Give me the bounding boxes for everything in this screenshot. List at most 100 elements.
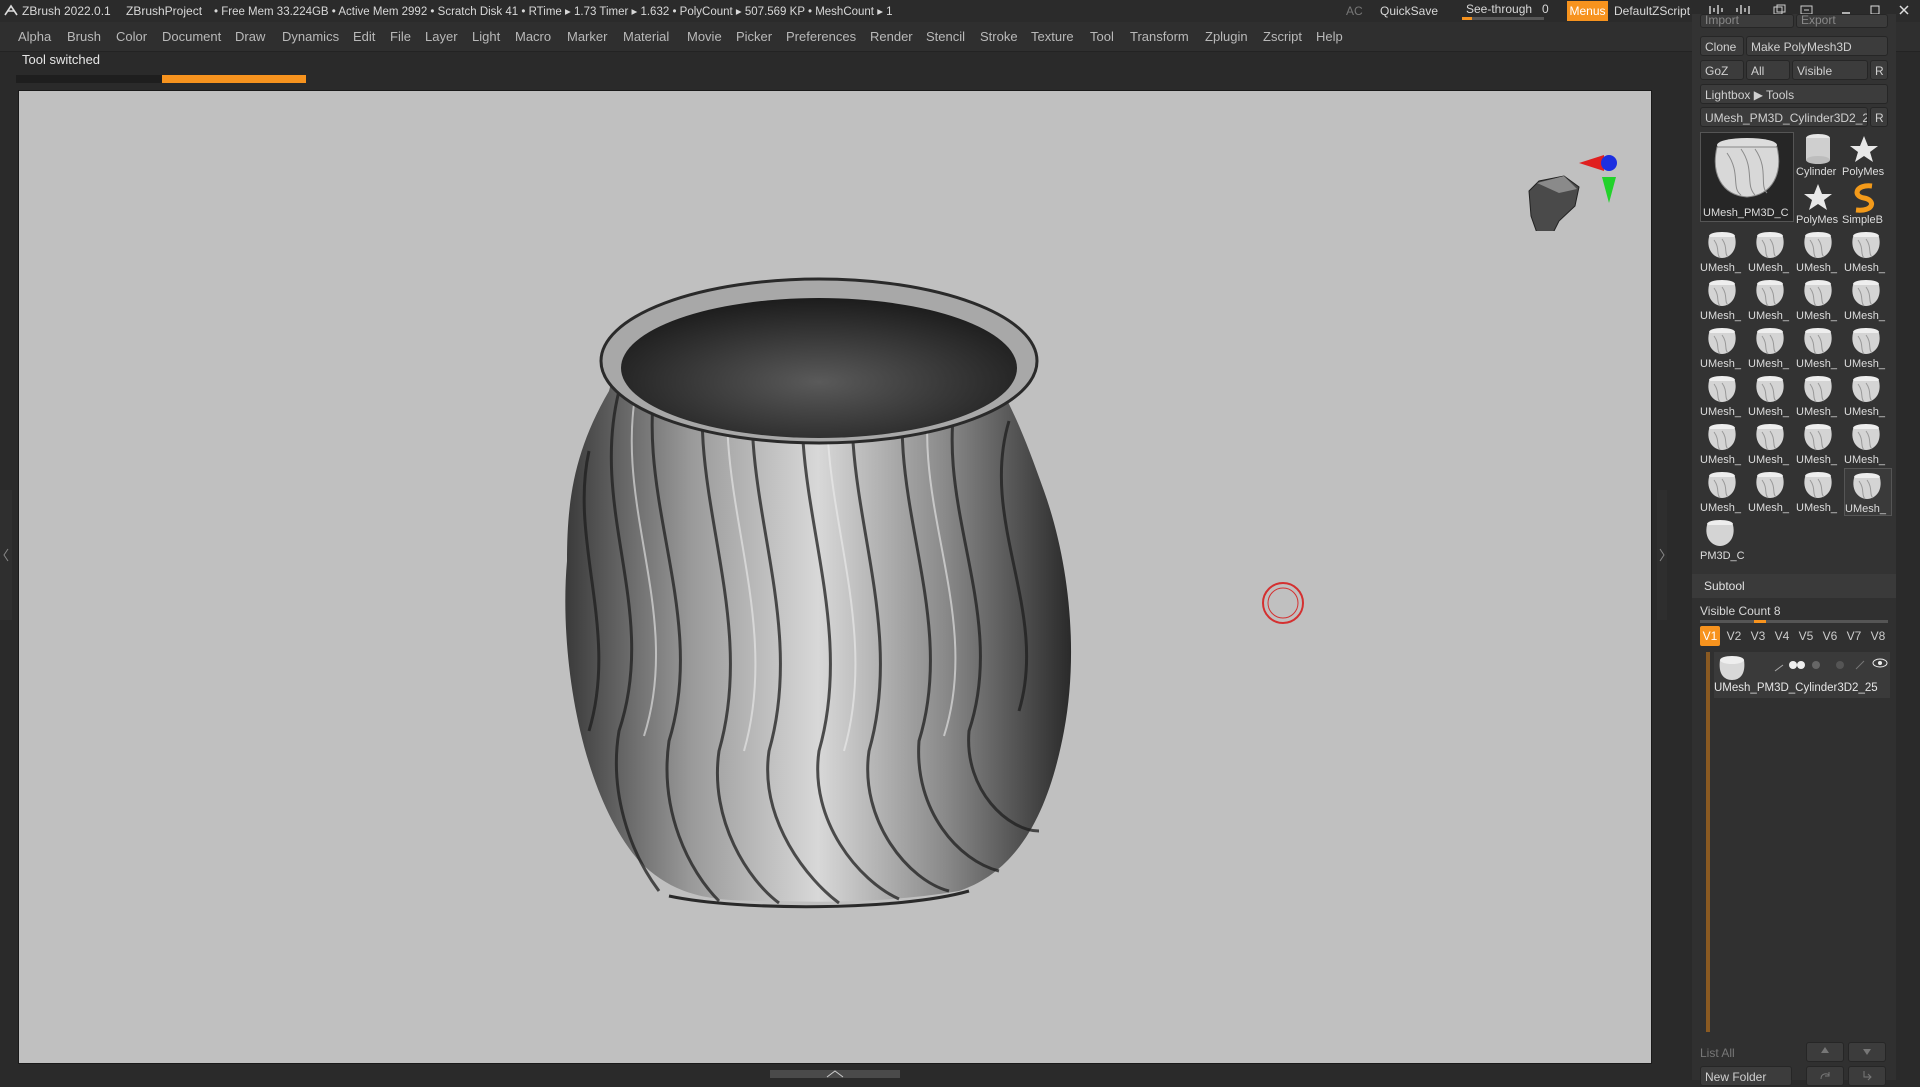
- version-v4-button[interactable]: V4: [1772, 626, 1792, 646]
- tool-thumbnail-umesh[interactable]: UMesh_: [1796, 372, 1842, 418]
- goz-visible-button[interactable]: Visible: [1792, 60, 1868, 80]
- menu-material[interactable]: Material: [623, 29, 669, 44]
- menu-stencil[interactable]: Stencil: [926, 29, 965, 44]
- clone-button[interactable]: Clone: [1700, 36, 1744, 56]
- version-v3-button[interactable]: V3: [1748, 626, 1768, 646]
- version-v8-button[interactable]: V8: [1868, 626, 1888, 646]
- menu-brush[interactable]: Brush: [67, 29, 101, 44]
- navigation-gizmo-icon[interactable]: [1509, 121, 1629, 231]
- tool-thumbnail-umesh[interactable]: UMesh_: [1748, 420, 1794, 466]
- menu-texture[interactable]: Texture: [1031, 29, 1074, 44]
- quicksave-button[interactable]: QuickSave: [1380, 4, 1438, 18]
- current-tool-slider[interactable]: UMesh_PM3D_Cylinder3D2_2: [1700, 107, 1868, 127]
- menu-alpha[interactable]: Alpha: [18, 29, 51, 44]
- make-polymesh-button[interactable]: Make PolyMesh3D: [1746, 36, 1888, 56]
- visible-count-knob[interactable]: [1754, 620, 1766, 623]
- tool-thumbnail-umesh[interactable]: UMesh_: [1796, 324, 1842, 370]
- tool-thumbnail-umesh[interactable]: UMesh_: [1796, 228, 1842, 274]
- goz-button[interactable]: GoZ: [1700, 60, 1744, 80]
- menu-edit[interactable]: Edit: [353, 29, 375, 44]
- tool-thumbnail-umesh[interactable]: UMesh_: [1700, 228, 1746, 274]
- move-down-button[interactable]: [1848, 1042, 1886, 1062]
- tool-thumbnail-umesh[interactable]: UMesh_: [1844, 372, 1890, 418]
- tool-simplebrush[interactable]: SimpleB: [1842, 180, 1888, 226]
- menu-tool[interactable]: Tool: [1090, 29, 1114, 44]
- menu-zscript[interactable]: Zscript: [1263, 29, 1302, 44]
- menu-preferences[interactable]: Preferences: [786, 29, 856, 44]
- tool-thumbnail-umesh[interactable]: UMesh_: [1748, 324, 1794, 370]
- version-v7-button[interactable]: V7: [1844, 626, 1864, 646]
- menu-picker[interactable]: Picker: [736, 29, 772, 44]
- menu-dynamics[interactable]: Dynamics: [282, 29, 339, 44]
- tool-thumbnail-umesh[interactable]: UMesh_: [1844, 276, 1890, 322]
- subtool-header[interactable]: Subtool: [1692, 574, 1896, 598]
- menu-file[interactable]: File: [390, 29, 411, 44]
- subtool-mask-icon[interactable]: [1810, 658, 1822, 676]
- axis-z-dot-icon[interactable]: [1601, 155, 1617, 171]
- subtool-edit-icon[interactable]: [1774, 660, 1786, 678]
- version-v6-button[interactable]: V6: [1820, 626, 1840, 646]
- visible-count-track[interactable]: [1700, 620, 1888, 623]
- tool-thumbnail-umesh[interactable]: UMesh_: [1844, 228, 1890, 274]
- axis-y-arrow-icon[interactable]: [1602, 177, 1616, 203]
- tool-thumbnail-umesh[interactable]: UMesh_: [1700, 276, 1746, 322]
- list-all-button[interactable]: List All: [1700, 1046, 1735, 1060]
- tool-thumbnail-umesh[interactable]: UMesh_: [1844, 324, 1890, 370]
- goz-r-button[interactable]: R: [1870, 60, 1888, 80]
- menus-toggle[interactable]: Menus: [1567, 1, 1608, 21]
- subtool-solo-icon[interactable]: [1834, 658, 1846, 676]
- version-v2-button[interactable]: V2: [1724, 626, 1744, 646]
- tool-thumbnail-umesh[interactable]: UMesh_: [1700, 324, 1746, 370]
- left-tray-handle[interactable]: [0, 490, 12, 620]
- menu-stroke[interactable]: Stroke: [980, 29, 1018, 44]
- tool-polymesh-2[interactable]: PolyMes: [1796, 180, 1842, 226]
- tool-thumbnail-umesh[interactable]: UMesh_: [1700, 468, 1746, 514]
- menu-layer[interactable]: Layer: [425, 29, 458, 44]
- subtool-action-1-button[interactable]: [1806, 1066, 1844, 1086]
- tool-thumbnail-umesh[interactable]: UMesh_: [1748, 276, 1794, 322]
- tool-cylinder[interactable]: Cylinder: [1796, 132, 1842, 178]
- subtool-eye-icon[interactable]: [1872, 656, 1888, 674]
- vase-model-render[interactable]: [19, 91, 1651, 1063]
- tool-thumbnail-umesh[interactable]: UMesh_: [1700, 420, 1746, 466]
- menu-help[interactable]: Help: [1316, 29, 1343, 44]
- version-v1-button[interactable]: V1: [1700, 626, 1720, 646]
- tool-thumbnail-pm3d[interactable]: PM3D_C: [1700, 516, 1746, 562]
- see-through-slider[interactable]: [1462, 17, 1544, 20]
- right-tray-handle[interactable]: [1657, 490, 1667, 620]
- menu-draw[interactable]: Draw: [235, 29, 265, 44]
- visible-count-slider[interactable]: Visible Count 8: [1700, 604, 1781, 618]
- menu-transform[interactable]: Transform: [1130, 29, 1189, 44]
- subtool-list-item[interactable]: UMesh_PM3D_Cylinder3D2_25: [1714, 652, 1890, 698]
- move-up-button[interactable]: [1806, 1042, 1844, 1062]
- menu-zplugin[interactable]: Zplugin: [1205, 29, 1248, 44]
- tool-thumbnail-umesh[interactable]: UMesh_: [1796, 468, 1842, 514]
- subtool-action-2-button[interactable]: [1848, 1066, 1886, 1086]
- import-button[interactable]: Import: [1700, 14, 1794, 28]
- tool-polymesh-1[interactable]: PolyMes: [1842, 132, 1888, 178]
- new-folder-button[interactable]: New Folder: [1700, 1066, 1792, 1086]
- close-icon[interactable]: [1898, 4, 1910, 19]
- lightbox-tools-button[interactable]: Lightbox ▶ Tools: [1700, 84, 1888, 104]
- tool-thumbnail-umesh[interactable]: UMesh_: [1796, 276, 1842, 322]
- menu-render[interactable]: Render: [870, 29, 913, 44]
- menu-movie[interactable]: Movie: [687, 29, 722, 44]
- menu-document[interactable]: Document: [162, 29, 221, 44]
- see-through-value[interactable]: 0: [1542, 2, 1549, 16]
- ac-label[interactable]: AC: [1346, 4, 1363, 18]
- tool-thumbnail-umesh[interactable]: UMesh_: [1844, 420, 1890, 466]
- tool-thumbnail-umesh[interactable]: UMesh_: [1796, 420, 1842, 466]
- subtool-toggle-icon[interactable]: [1788, 658, 1808, 676]
- menu-marker[interactable]: Marker: [567, 29, 607, 44]
- tool-thumbnail-umesh[interactable]: UMesh_: [1844, 468, 1892, 516]
- menu-light[interactable]: Light: [472, 29, 500, 44]
- menu-macro[interactable]: Macro: [515, 29, 551, 44]
- bottom-tray-handle[interactable]: [770, 1070, 900, 1078]
- current-tool-r-button[interactable]: R: [1870, 107, 1888, 127]
- canvas-viewport[interactable]: [18, 90, 1652, 1064]
- subtool-brush-icon[interactable]: [1854, 658, 1866, 676]
- subtool-list-scrollbar[interactable]: [1706, 652, 1710, 1032]
- tool-thumbnail-umesh[interactable]: UMesh_: [1748, 372, 1794, 418]
- menu-color[interactable]: Color: [116, 29, 147, 44]
- goz-all-button[interactable]: All: [1746, 60, 1790, 80]
